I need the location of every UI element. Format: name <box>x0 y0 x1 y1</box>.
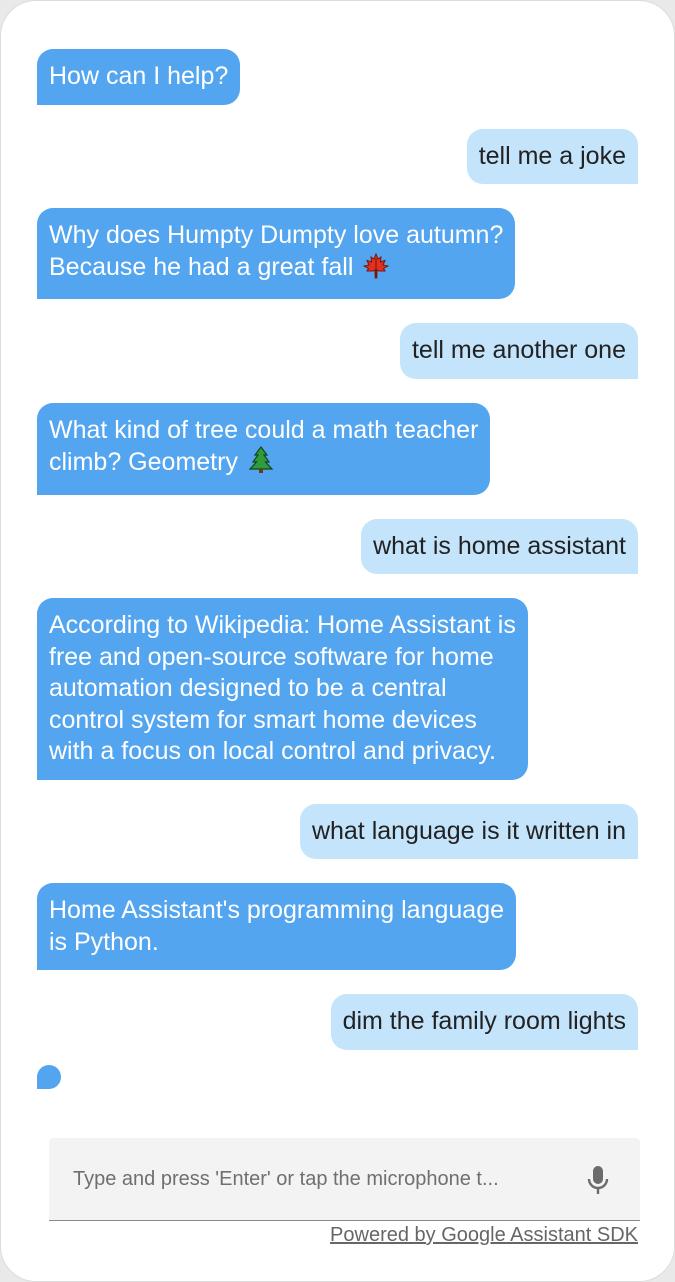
message-text: what is home assistant <box>373 531 626 560</box>
powered-by-link[interactable]: Powered by Google Assistant SDK <box>330 1221 638 1249</box>
assistant-message: Home Assistant's programming language is… <box>37 883 638 970</box>
user-message: tell me a joke <box>37 128 638 184</box>
assistant-message: According to Wikipedia: Home Assistant i… <box>37 598 638 780</box>
message-text: with a focus on local control and privac… <box>49 737 496 765</box>
message-bubble: Why does Humpty Dumpty love autumn? Beca… <box>37 208 516 299</box>
message-bubble: How can I help? <box>37 49 241 105</box>
assistant-message: How can I help? <box>37 49 638 105</box>
message-bubble: what language is it written in <box>299 803 638 859</box>
user-message: what language is it written in <box>37 803 638 859</box>
message-text: is Python. <box>49 927 159 956</box>
message-text: Why does Humpty Dumpty love autumn? <box>49 221 504 249</box>
message-text: Because he had a great fall <box>49 252 354 281</box>
message-list: How can I help? tell me a joke Why does … <box>37 49 638 1074</box>
microphone-icon[interactable] <box>586 1164 610 1196</box>
message-text: control system for smart home devices <box>49 705 477 734</box>
message-text: tell me a joke <box>478 141 626 170</box>
conversation-dialog: How can I help? tell me a joke Why does … <box>0 0 675 1282</box>
message-text: what language is it written in <box>311 816 626 845</box>
message-text: automation designed to be a central <box>49 674 447 702</box>
message-bubble: Home Assistant's programming language is… <box>37 883 517 970</box>
message-bubble: what is home assistant <box>361 518 638 574</box>
message-text: tell me another one <box>411 336 626 364</box>
assistant-message: Why does Humpty Dumpty love autumn? Beca… <box>37 208 638 299</box>
message-bubble: tell me another one <box>399 323 638 379</box>
message-text: dim the family room lights <box>342 1007 626 1035</box>
message-text: What kind of tree could a math teacher <box>49 415 479 444</box>
typing-indicator <box>37 1065 61 1089</box>
message-text: free and open-source software for home <box>49 642 494 671</box>
evergreen-tree-icon <box>248 446 274 483</box>
message-text: Home Assistant's programming language <box>49 896 505 924</box>
message-bubble: What kind of tree could a math teacher c… <box>37 402 491 495</box>
user-message: tell me another one <box>37 323 638 379</box>
message-bubble: dim the family room lights <box>330 994 638 1050</box>
user-message: dim the family room lights <box>37 994 638 1050</box>
assistant-message: What kind of tree could a math teacher c… <box>37 402 638 495</box>
message-input[interactable] <box>73 1138 528 1220</box>
maple-leaf-icon <box>362 252 390 288</box>
message-bubble: According to Wikipedia: Home Assistant i… <box>37 598 528 780</box>
message-input-field <box>49 1138 640 1221</box>
message-text: How can I help? <box>49 62 229 90</box>
user-message: what is home assistant <box>37 518 638 574</box>
message-bubble: tell me a joke <box>466 128 638 184</box>
message-text: climb? Geometry <box>49 448 238 476</box>
message-text: According to Wikipedia: Home Assistant i… <box>49 611 516 639</box>
